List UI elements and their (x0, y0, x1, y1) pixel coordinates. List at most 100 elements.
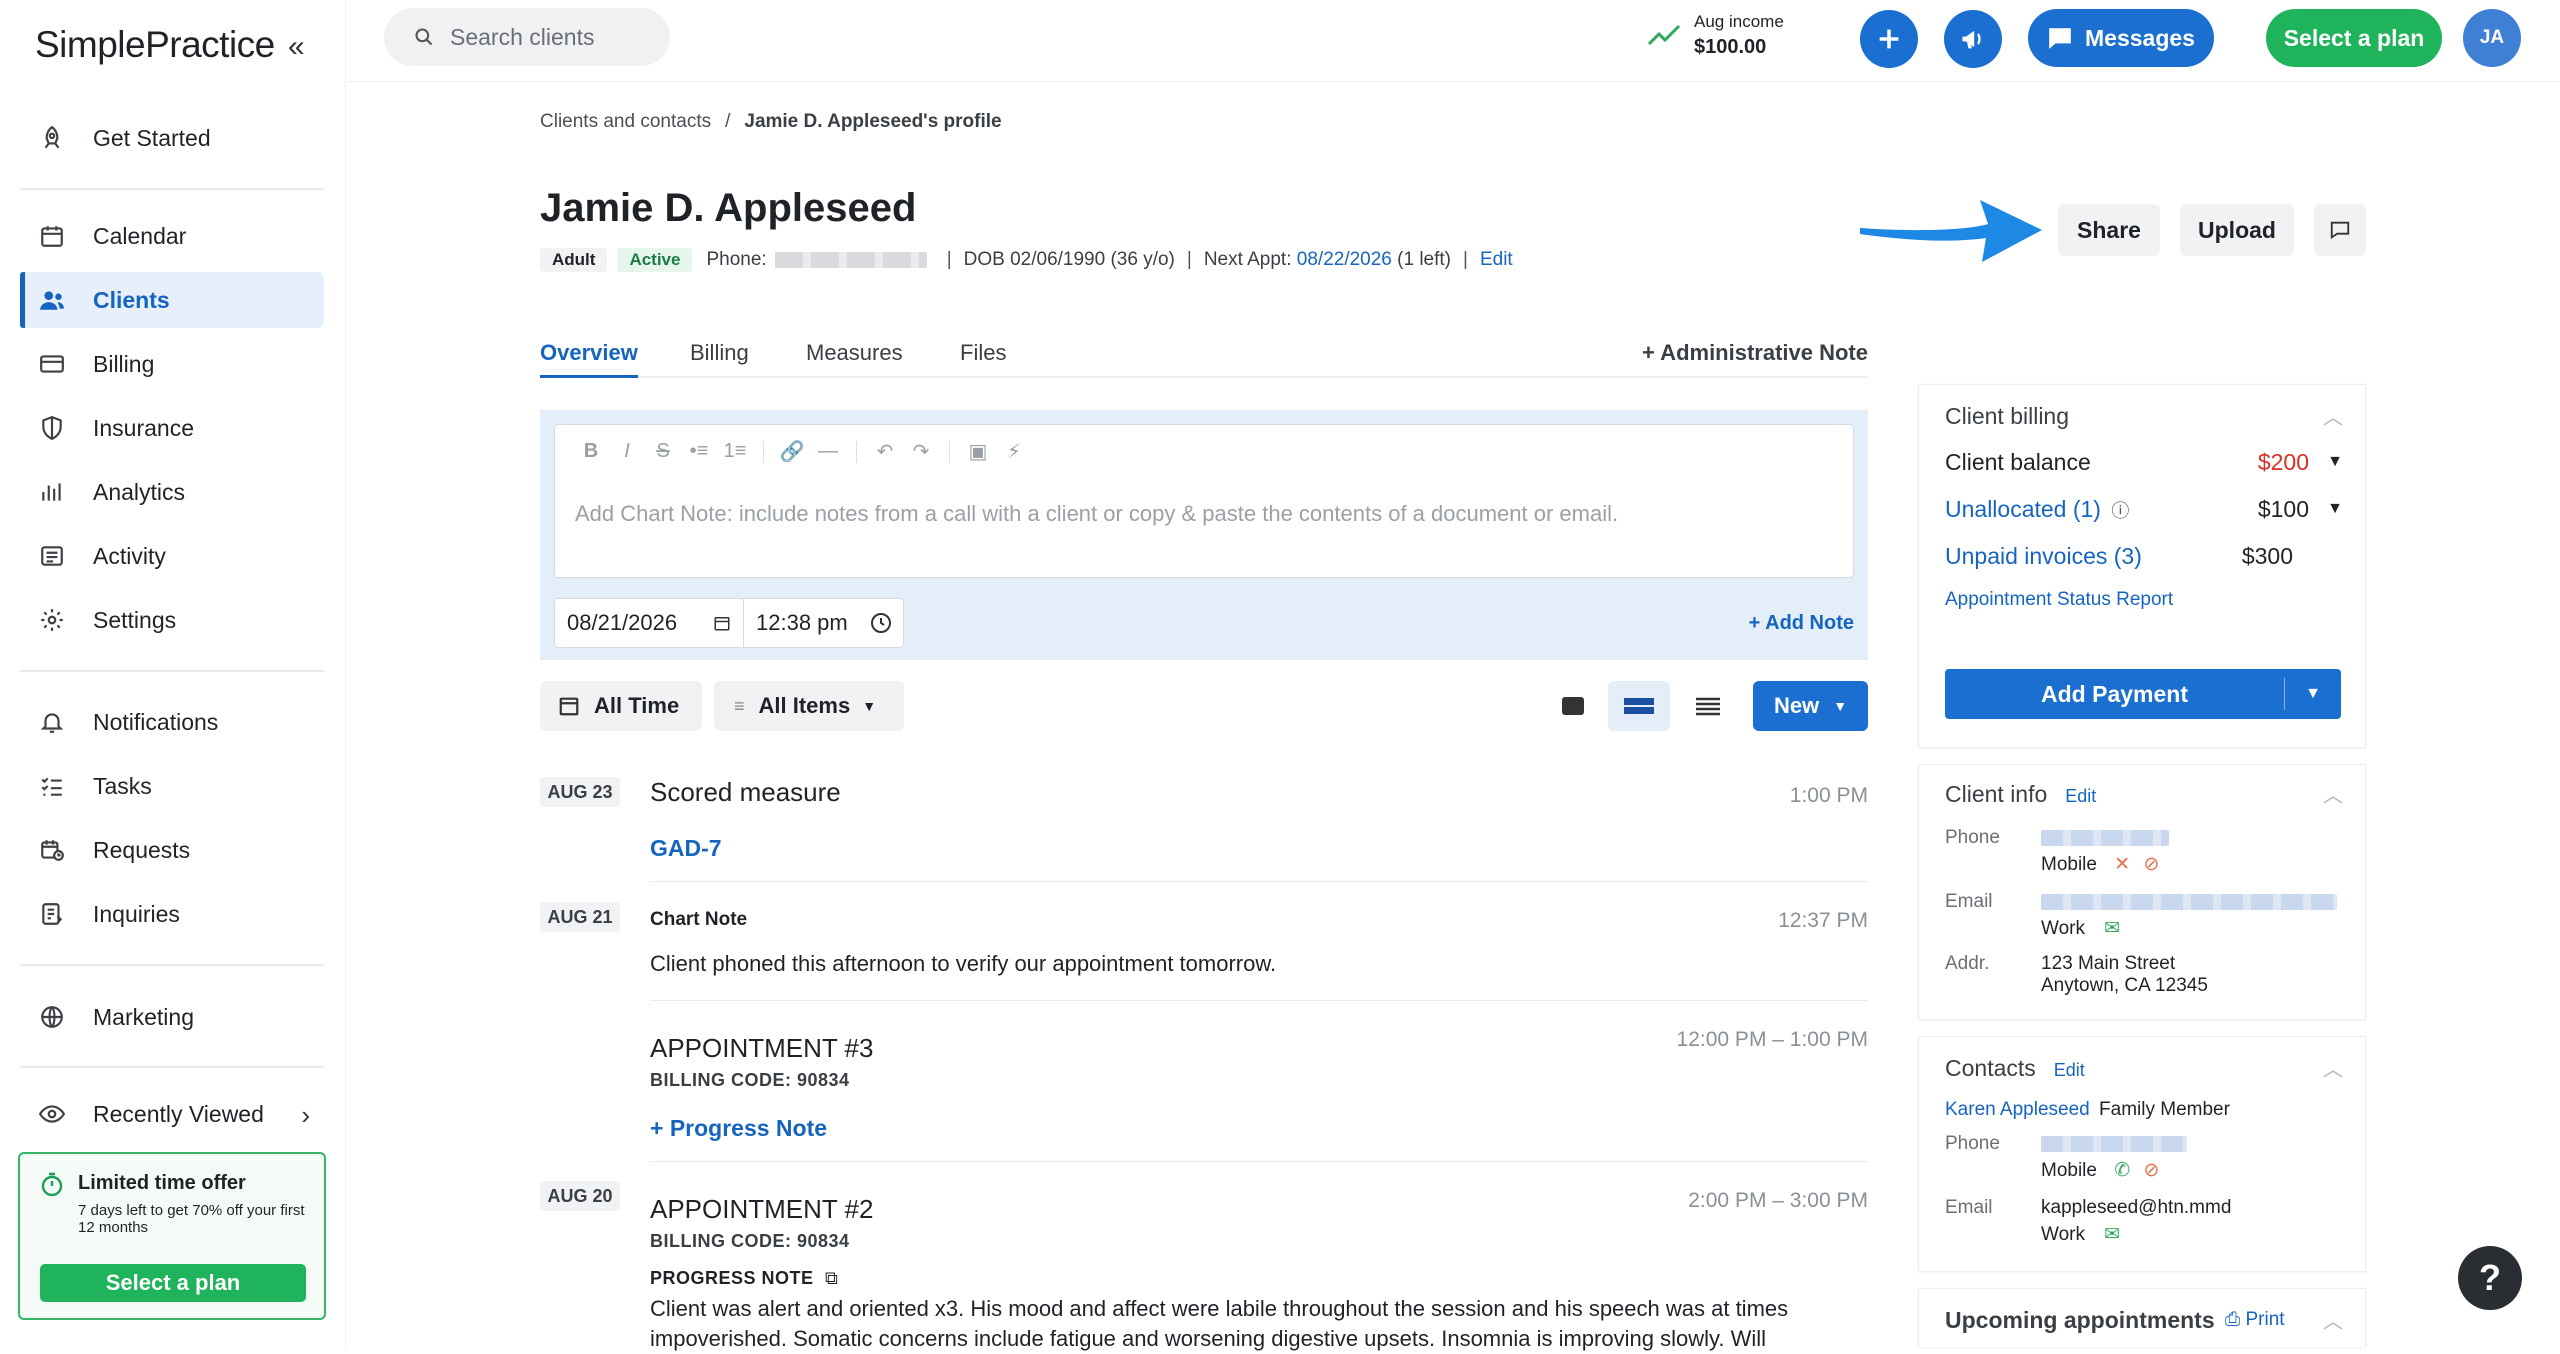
sidebar-item-billing[interactable]: Billing (20, 336, 324, 392)
tab-measures[interactable]: Measures (806, 340, 903, 366)
sidebar-item-calendar[interactable]: Calendar (20, 208, 324, 264)
card-title: Client info (1945, 781, 2048, 807)
view-cards-button[interactable] (1542, 681, 1604, 731)
email-label: Email (1945, 1197, 1993, 1218)
event-title[interactable]: APPOINTMENT #2 (650, 1194, 873, 1225)
tab-files[interactable]: Files (960, 340, 1006, 366)
timer-icon (40, 1172, 64, 1198)
plus-icon (1875, 25, 1903, 53)
unpaid-invoices-link[interactable]: Unpaid invoices (3) (1945, 543, 2142, 570)
contact-email-link[interactable]: kappleseed@htn.mmd (2041, 1197, 2231, 1219)
edit-profile-link[interactable]: Edit (1480, 249, 1513, 271)
external-link-icon[interactable]: ⧉ (825, 1268, 838, 1288)
horizontal-rule-icon[interactable]: — (810, 440, 846, 463)
offer-select-plan-button[interactable]: Select a plan (40, 1264, 306, 1302)
meta-separator: | (1463, 249, 1468, 270)
limited-offer-banner: Limited time offer 7 days left to get 70… (18, 1152, 326, 1320)
undo-icon[interactable]: ↶ (867, 439, 903, 464)
new-item-button[interactable]: New ▼ (1753, 681, 1868, 731)
print-button[interactable]: ⎙ Print (2225, 1309, 2285, 1331)
contact-row: Karen Appleseed Family Member (1945, 1099, 2230, 1121)
search-box[interactable] (384, 8, 670, 66)
bold-icon[interactable]: B (573, 440, 609, 463)
chevron-up-icon[interactable]: ︿ (2323, 1305, 2343, 1334)
sidebar-item-requests[interactable]: Requests (20, 822, 324, 878)
add-note-button[interactable]: + Add Note (1749, 612, 1854, 635)
bullet-list-icon[interactable]: •≡ (681, 440, 717, 463)
unallocated-link[interactable]: Unallocated (1) ⓘ (1945, 496, 2129, 523)
no-text-icon[interactable]: ⊘ (2143, 1160, 2159, 1181)
chevron-up-icon[interactable]: ︿ (2323, 779, 2343, 808)
tab-overview[interactable]: Overview (540, 340, 638, 378)
mail-icon[interactable]: ✉ (2104, 918, 2120, 939)
collapse-sidebar-button[interactable]: « (288, 32, 305, 62)
search-input[interactable] (448, 22, 668, 52)
divider (20, 964, 324, 966)
next-appt-link[interactable]: 08/22/2026 (1297, 249, 1392, 271)
users-icon (37, 285, 67, 315)
messages-button[interactable]: Messages (2028, 9, 2214, 67)
event-time: 12:37 PM (1778, 909, 1868, 932)
upload-button[interactable]: Upload (2180, 204, 2294, 256)
chevron-up-icon[interactable]: ︿ (2323, 1053, 2343, 1082)
tab-billing[interactable]: Billing (690, 340, 749, 366)
lightning-icon[interactable]: ⚡ (996, 439, 1032, 464)
sidebar-item-activity[interactable]: Activity (20, 528, 324, 584)
note-time-field[interactable]: 12:38 pm (744, 598, 904, 648)
event-title[interactable]: Chart Note (650, 909, 747, 931)
numbered-list-icon[interactable]: 1≡ (717, 440, 753, 463)
user-avatar[interactable]: JA (2463, 9, 2521, 67)
all-time-filter[interactable]: All Time (540, 681, 702, 731)
sidebar-item-tasks[interactable]: Tasks (20, 758, 324, 814)
view-compact-button[interactable] (1608, 681, 1670, 731)
no-text-icon[interactable]: ⊘ (2143, 854, 2159, 875)
app-logo[interactable]: SimplePractice (35, 24, 275, 66)
all-items-filter[interactable]: ≡ All Items ▼ (714, 681, 904, 731)
template-icon[interactable]: ▣ (960, 439, 996, 464)
help-button[interactable]: ? (2458, 1246, 2522, 1310)
sidebar-item-analytics[interactable]: Analytics (20, 464, 324, 520)
sidebar-item-recently-viewed[interactable]: Recently Viewed › (20, 1086, 324, 1142)
note-date-field[interactable]: 08/21/2026 (554, 598, 744, 648)
sidebar-item-clients[interactable]: Clients (20, 272, 324, 328)
add-progress-note-link[interactable]: + Progress Note (650, 1115, 827, 1142)
sidebar-item-marketing[interactable]: Marketing (20, 989, 324, 1045)
event-title[interactable]: APPOINTMENT #3 (650, 1033, 873, 1064)
sidebar-item-settings[interactable]: Settings (20, 592, 324, 648)
contact-name-link[interactable]: Karen Appleseed (1945, 1099, 2090, 1120)
phone-icon[interactable]: ✆ (2114, 1160, 2130, 1181)
appointment-status-report-link[interactable]: Appointment Status Report (1945, 589, 2173, 611)
breadcrumb: Clients and contacts / Jamie D. Appleseed'… (540, 111, 1002, 133)
italic-icon[interactable]: I (609, 440, 645, 463)
redo-icon[interactable]: ↷ (903, 439, 939, 464)
strikethrough-icon[interactable]: S (645, 440, 681, 463)
caret-down-icon[interactable]: ▼ (2285, 685, 2341, 703)
edit-client-info-link[interactable]: Edit (2065, 786, 2096, 806)
share-button[interactable]: Share (2058, 204, 2160, 256)
view-list-button[interactable] (1677, 681, 1739, 731)
caret-down-icon[interactable]: ▼ (2327, 453, 2343, 471)
caret-down-icon[interactable]: ▼ (2327, 500, 2343, 518)
add-payment-button[interactable]: Add Payment ▼ (1945, 669, 2341, 719)
link-icon[interactable]: 🔗 (774, 439, 810, 464)
sidebar-item-inquiries[interactable]: Inquiries (20, 886, 324, 942)
unpaid-invoices-value: $300 (2241, 543, 2293, 569)
mail-icon[interactable]: ✉ (2104, 1224, 2120, 1245)
event-title[interactable]: Scored measure (650, 777, 841, 808)
add-button[interactable] (1860, 10, 1918, 68)
no-call-icon[interactable]: ✕ (2114, 854, 2130, 875)
help-circle-icon[interactable]: ⓘ (2111, 501, 2129, 521)
sidebar-item-notifications[interactable]: Notifications (20, 694, 324, 750)
edit-contacts-link[interactable]: Edit (2054, 1060, 2085, 1080)
chevron-up-icon[interactable]: ︿ (2323, 401, 2343, 430)
sidebar-item-label: Tasks (93, 772, 152, 799)
announcements-button[interactable] (1944, 10, 2002, 68)
select-plan-button[interactable]: Select a plan (2266, 9, 2442, 67)
gad-7-link[interactable]: GAD-7 (650, 835, 722, 862)
sidebar-item-insurance[interactable]: Insurance (20, 400, 324, 456)
sidebar-item-get-started[interactable]: Get Started (20, 110, 324, 166)
chart-note-editor[interactable]: B I S •≡ 1≡ 🔗 — ↶ ↷ ▣ ⚡ Add Chart Note: … (554, 424, 1854, 578)
breadcrumb-clients-link[interactable]: Clients and contacts (540, 111, 711, 132)
comment-button[interactable] (2314, 204, 2366, 256)
administrative-note-button[interactable]: + Administrative Note (1642, 340, 1868, 366)
